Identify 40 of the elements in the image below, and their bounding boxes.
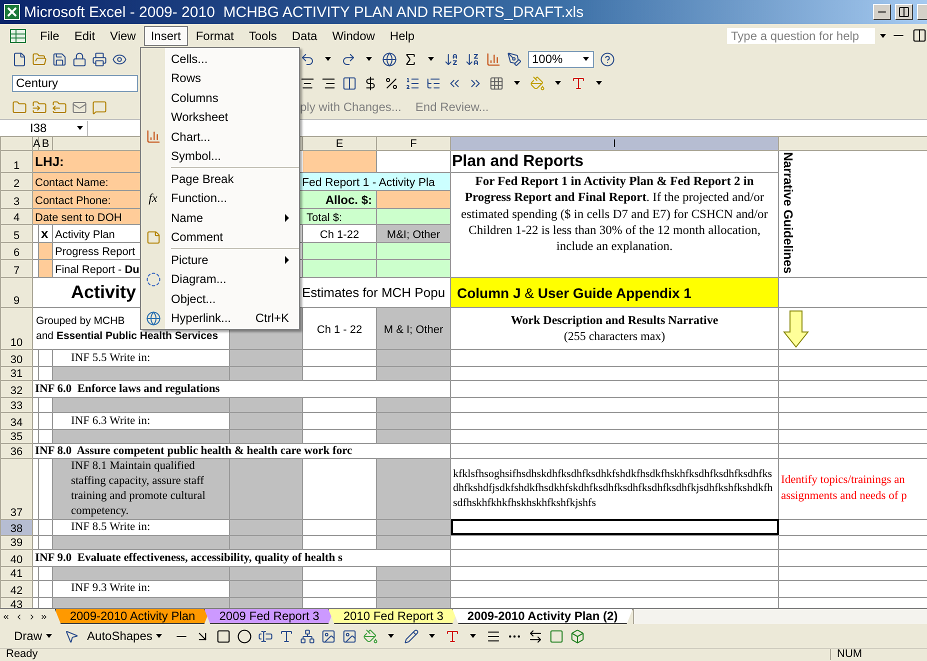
cell-text: and Essential Public Health Services: [36, 328, 218, 344]
status-text: Ready: [5, 649, 38, 660]
cell-text: Column J & User Guide Appendix 1: [457, 284, 692, 300]
cell-text: Final Report - Du: [55, 264, 140, 276]
cell-text: Contact Name:: [35, 176, 108, 188]
cell-text: x: [41, 226, 48, 241]
cell-text: INF 6.3 Write in:: [70, 414, 152, 428]
cell-text: kfklsfhsoghsifhsdhskdhfksdhfksdhkfshdkfhsdkfhskhfksdhfksdhfksdhfksdhfkshdfjsdkfshdkfhsdkhfskdhfksdhfksdhfksdhfksdhfkjsdhfkshfkshdkfhsdfhskhfkhkfhskhskhfkshfkjshfs: [452, 466, 774, 512]
cell-text: Estimates for MCH Popu: [302, 285, 446, 300]
cell-text: Progress Report: [55, 246, 136, 258]
cell-text: INF 5.5 Write in:: [70, 350, 152, 366]
cell-text: INF 9.0 Evaluate effectiveness, accessibility, quality of health s: [34, 552, 344, 564]
cell-text: Plan and Reports: [452, 152, 584, 170]
cell-text: Date sent to DOH: [35, 212, 122, 224]
function-icon: fx: [148, 190, 158, 206]
cell-text: INF 8.1 Maintain qualified staffing capacity, assure staff training and promote cultural competency.: [70, 459, 206, 519]
cell-text: INF 6.0 Enforce laws and regulations: [34, 383, 221, 395]
cell-text: LHJ:: [35, 154, 64, 169]
vertical-heading: Narrative Guidelines: [780, 151, 795, 274]
cell-text: Work Description and Results Narrative (255 characters max): [510, 312, 720, 344]
cell-text: INF 8.0 Assure competent public health & health care work forc: [34, 445, 354, 457]
cell-text: assignments and needs of p: [781, 488, 907, 504]
cell-text: Activity Plan: [55, 228, 115, 240]
cell-text: Alloc. $:: [325, 192, 372, 206]
shortcut-text: Ctrl+K: [255, 311, 289, 326]
window-title: Microsoft Excel - 2009- 2010 MCHBG ACTIVITY PLAN AND REPORTS_DRAFT.xls: [24, 4, 585, 20]
cell-text: Activity: [71, 282, 136, 303]
cell-text: For Fed Report 1 in Activity Plan & Fed Report 2 in Progress Report and Final Report. If the projected and/or estimated spending ($ in cells D7 and E7) for CSHCN and/or Children 1-22 is less than 30% of the 12 month allocation, include an explanation.: [460, 173, 769, 254]
cell-text: Contact Phone:: [35, 194, 111, 206]
cell-text: Fed Report 1 - Activity Pla: [302, 176, 435, 188]
cell-text: Grouped by MCHB: [36, 314, 125, 328]
cell-text: M&I; Other: [386, 228, 440, 240]
cell-text: Ch 1-22: [320, 228, 360, 240]
cell-text: INF 9.3 Write in:: [70, 581, 152, 596]
cell-text: INF 8.5 Write in:: [70, 520, 152, 535]
cell-text: Ch 1 - 22: [316, 324, 362, 336]
cell-text: M & I; Other: [384, 324, 444, 336]
cell-text: Total $:: [306, 212, 342, 224]
num-lock-indicator: NUM: [830, 649, 887, 660]
cell-text: Identify topics/trainings an: [781, 473, 905, 488]
